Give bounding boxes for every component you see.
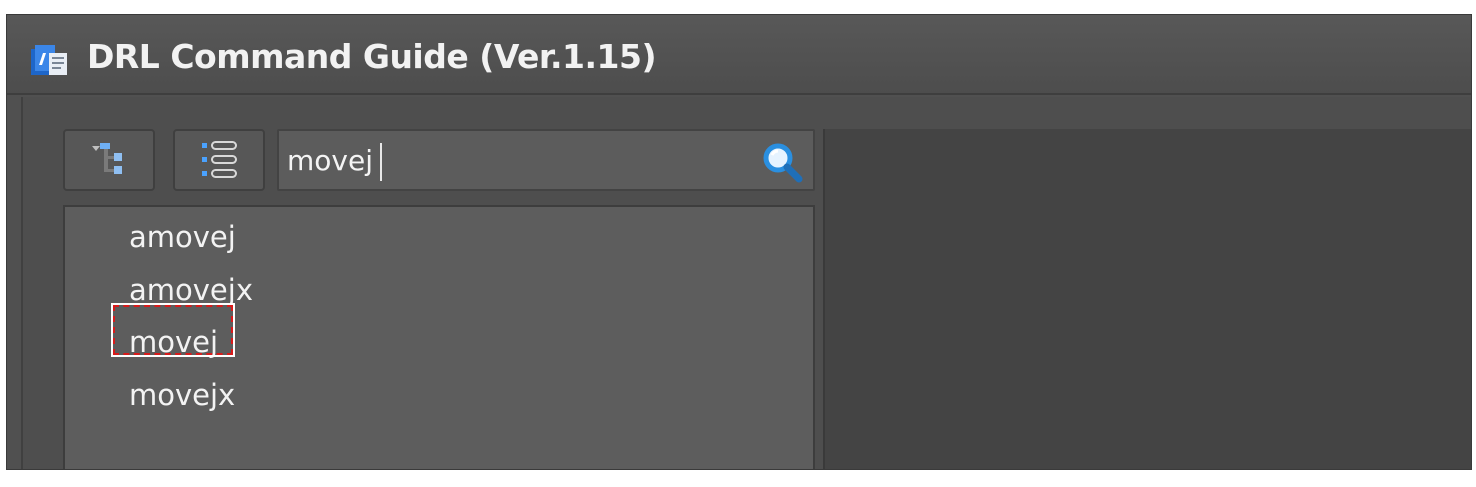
command-result-list: amovej amovejx movej movejx — [63, 205, 815, 469]
main-area: amovej amovejx movej movejx — [21, 97, 1471, 469]
list-item[interactable]: movej — [129, 320, 218, 364]
list-item[interactable]: amovejx — [129, 268, 253, 312]
command-guide-window: DRL Command Guide (Ver.1.15) movej amove… — [6, 14, 1472, 470]
search-input[interactable] — [287, 139, 747, 181]
search-box — [277, 129, 815, 191]
list-view-button[interactable] — [173, 129, 265, 191]
list-item[interactable]: movejx — [129, 373, 235, 417]
list-view-icon — [202, 141, 237, 178]
command-detail-panel — [823, 129, 1471, 469]
tree-view-button[interactable] — [63, 129, 155, 191]
app-icon — [31, 45, 67, 75]
search-icon[interactable] — [759, 139, 805, 185]
list-item[interactable]: amovej — [129, 215, 236, 259]
title-bar: DRL Command Guide (Ver.1.15) — [7, 15, 1471, 95]
command-browser-panel: amovej amovejx movej movejx — [47, 129, 815, 469]
tree-view-icon — [92, 143, 122, 174]
text-caret — [380, 143, 382, 181]
window-title: DRL Command Guide (Ver.1.15) — [87, 37, 657, 76]
